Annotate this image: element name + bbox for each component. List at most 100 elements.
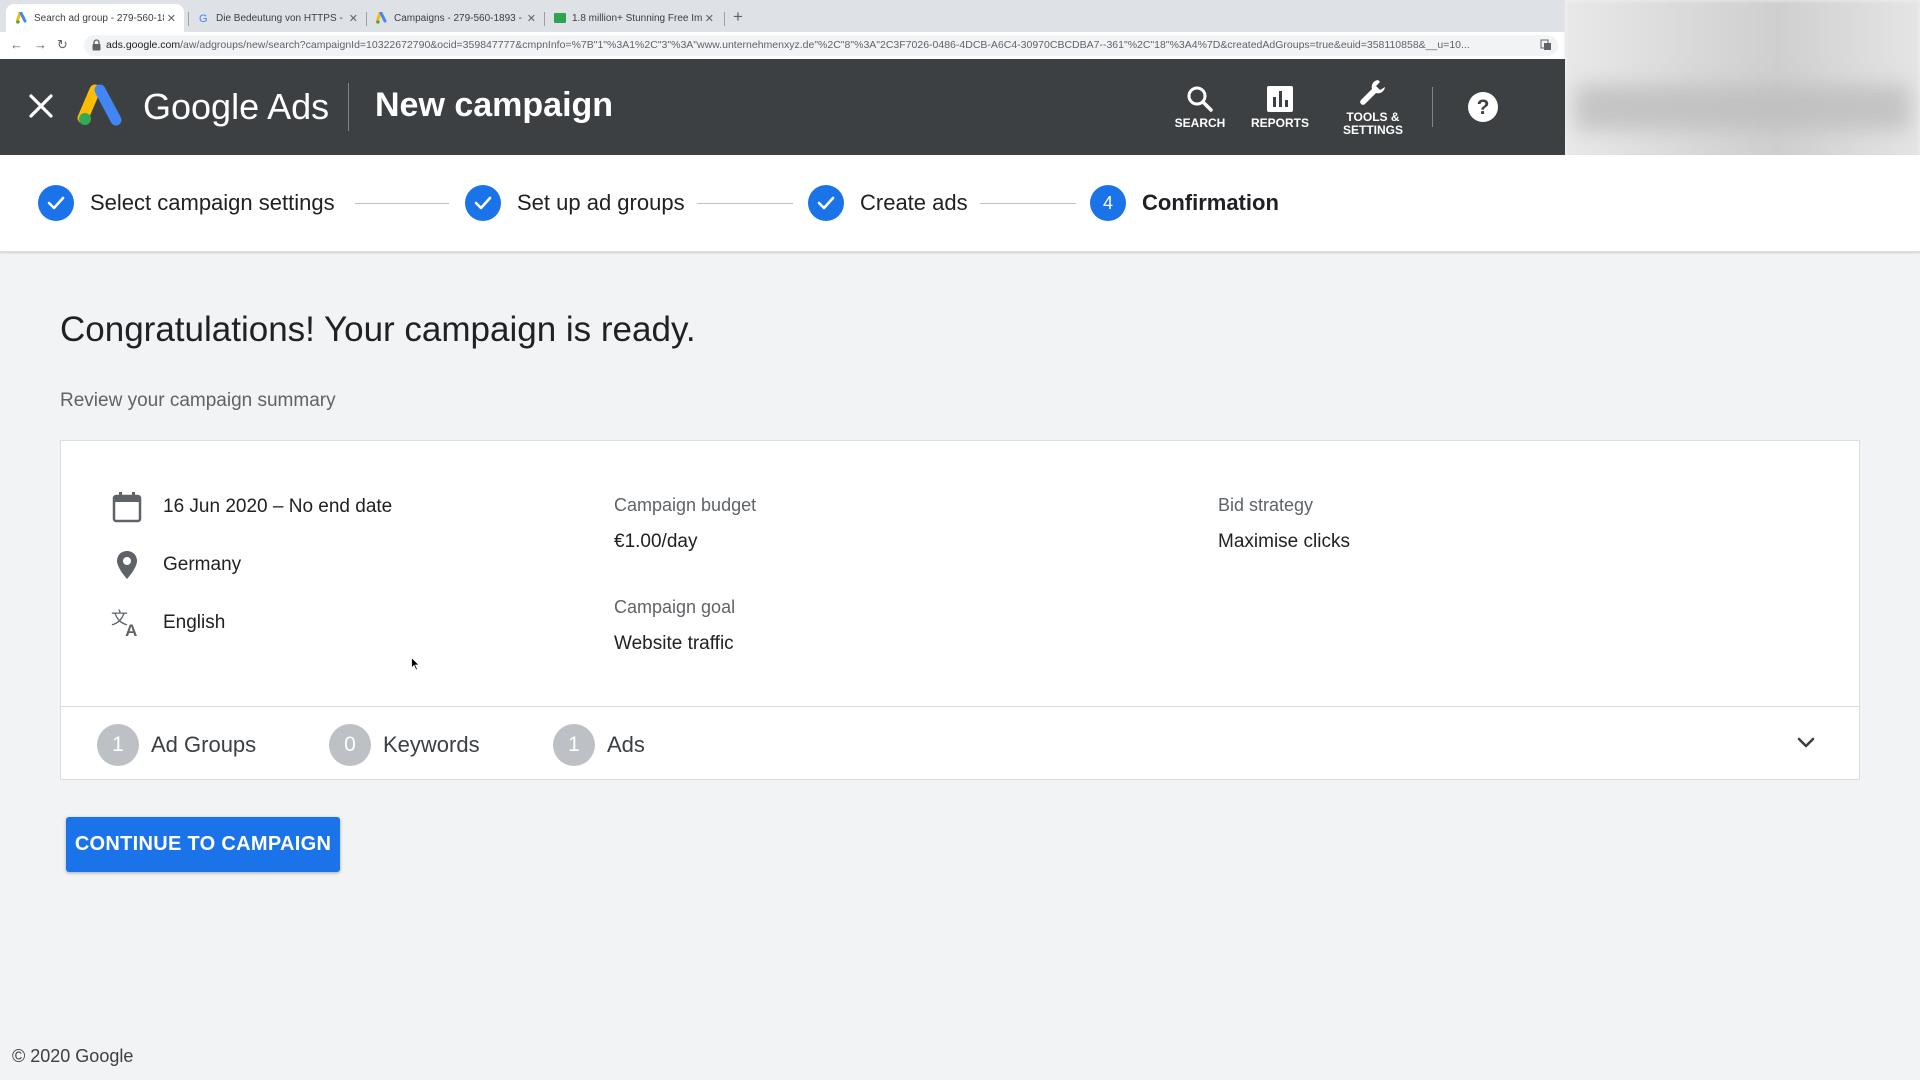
header-divider <box>348 83 349 131</box>
count-badge: 1 <box>553 724 595 766</box>
close-icon[interactable]: ✕ <box>705 12 714 25</box>
close-icon[interactable]: ✕ <box>349 12 358 25</box>
ad-groups-count: 1 Ad Groups <box>97 724 256 766</box>
goal-label: Campaign goal <box>614 597 736 617</box>
language-value: English <box>163 612 226 633</box>
wrench-icon <box>1360 80 1385 105</box>
new-tab-button[interactable]: + <box>733 7 743 27</box>
url-path: /aw/adgroups/new/search?campaignId=10322… <box>180 39 1470 51</box>
url-text: ads.google.com/aw/adgroups/new/search?ca… <box>106 39 1536 51</box>
ads-count: 1 Ads <box>553 724 645 766</box>
search-button[interactable]: SEARCH <box>1172 59 1228 155</box>
count-label: Ads <box>607 732 645 757</box>
step-connector <box>697 203 793 204</box>
browser-tab-strip: Search ad group - 279-560-1893 ✕ G Die B… <box>0 0 1565 32</box>
browser-tab-free-images[interactable]: 1.8 million+ Stunning Free Images ✕ <box>544 4 722 32</box>
congratulations-heading: Congratulations! Your campaign is ready. <box>60 310 696 349</box>
date-range: 16 Jun 2020 – No end date <box>163 496 393 517</box>
svg-text:?: ? <box>1477 96 1490 119</box>
address-bar[interactable]: ads.google.com/aw/adgroups/new/search?ca… <box>84 35 1558 56</box>
step-confirmation: 4 Confirmation <box>1090 185 1279 221</box>
reports-label: REPORTS <box>1250 115 1309 130</box>
close-icon[interactable]: ✕ <box>527 12 536 25</box>
check-icon <box>38 185 74 221</box>
translate-page-icon[interactable] <box>1540 39 1552 51</box>
browser-tab-https[interactable]: G Die Bedeutung von HTTPS - Google ✕ <box>188 4 366 32</box>
goal-value: Website traffic <box>614 633 734 654</box>
url-host: ads.google.com <box>106 39 181 51</box>
continue-to-campaign-button[interactable]: CONTINUE TO CAMPAIGN <box>66 817 340 872</box>
header-divider <box>1432 87 1433 127</box>
google-ads-favicon-icon <box>375 11 388 24</box>
reload-icon[interactable]: ↻ <box>57 37 68 53</box>
google-favicon-icon: G <box>198 12 210 25</box>
browser-tab-search-ad-group[interactable]: Search ad group - 279-560-1893 ✕ <box>6 4 184 32</box>
step-label: Confirmation <box>1142 190 1279 215</box>
step-label: Select campaign settings <box>90 190 335 215</box>
date-row: 16 Jun 2020 – No end date <box>111 491 392 523</box>
review-subheading: Review your campaign summary <box>60 390 336 411</box>
tab-title: Search ad group - 279-560-1893 <box>34 12 164 24</box>
budget-value: €1.00/day <box>614 531 698 552</box>
step-select-campaign-settings[interactable]: Select campaign settings <box>38 185 335 221</box>
budget-label: Campaign budget <box>614 495 757 515</box>
count-label: Keywords <box>383 732 480 757</box>
tab-divider <box>724 12 725 26</box>
reports-bar-chart-icon <box>1267 85 1293 112</box>
count-badge: 1 <box>97 724 139 766</box>
campaign-stepper: Select campaign settings Set up ad group… <box>0 155 1920 252</box>
browser-tab-campaigns[interactable]: Campaigns - 279-560-1893 - ✕ <box>366 4 544 32</box>
tools-label-line2: SETTINGS <box>1342 123 1403 137</box>
reports-button[interactable]: REPORTS <box>1250 59 1310 155</box>
google-ads-logo-icon <box>77 84 122 126</box>
svg-text:A: A <box>125 621 137 639</box>
footer-copyright: © 2020 Google <box>12 1046 134 1066</box>
search-label: SEARCH <box>1174 115 1226 130</box>
browser-toolbar: ← → ↻ ads.google.com/aw/adgroups/new/sea… <box>0 32 1565 60</box>
translate-icon: 文A <box>111 607 143 639</box>
count-label: Ad Groups <box>151 732 257 757</box>
svg-text:G: G <box>199 13 208 24</box>
calendar-icon <box>111 491 143 523</box>
forward-arrow-icon[interactable]: → <box>34 37 47 52</box>
step-label: Set up ad groups <box>517 190 685 215</box>
bid-strategy-label: Bid strategy <box>1218 495 1314 515</box>
tools-label: TOOLS & SETTINGS <box>1343 111 1403 137</box>
lock-icon <box>92 39 101 51</box>
campaign-summary-card: 16 Jun 2020 – No end date Germany 文A Eng… <box>60 440 1860 780</box>
tab-title: 1.8 million+ Stunning Free Images <box>572 12 702 24</box>
brand-name: Google Ads <box>143 86 330 127</box>
summary-details: 16 Jun 2020 – No end date Germany 文A Eng… <box>61 441 1859 707</box>
summary-counts-bar[interactable]: 1 Ad Groups 0 Keywords 1 Ads <box>61 706 1859 779</box>
keywords-count: 0 Keywords <box>329 724 480 766</box>
app-header: Google Ads New campaign SEARCH REPORTS T… <box>0 59 1565 155</box>
chevron-down-icon[interactable] <box>1795 732 1817 754</box>
search-icon <box>1187 86 1213 112</box>
mouse-cursor-icon <box>411 657 420 671</box>
step-connector <box>355 203 449 204</box>
image-site-favicon-icon <box>554 12 566 24</box>
count-badge: 0 <box>329 724 371 766</box>
location-pin-icon <box>111 549 143 581</box>
help-icon[interactable]: ? <box>1467 91 1499 123</box>
close-icon[interactable] <box>28 93 54 119</box>
tools-settings-button[interactable]: TOOLS & SETTINGS <box>1338 59 1408 155</box>
step-set-up-ad-groups[interactable]: Set up ad groups <box>465 185 685 221</box>
back-arrow-icon[interactable]: ← <box>10 37 23 52</box>
location-value: Germany <box>163 554 242 575</box>
bid-strategy-value: Maximise clicks <box>1218 531 1350 552</box>
location-row: Germany <box>111 549 241 581</box>
language-row: 文A English <box>111 607 225 639</box>
step-label: Create ads <box>860 190 968 215</box>
step-number: 4 <box>1090 185 1126 221</box>
step-create-ads[interactable]: Create ads <box>808 185 968 221</box>
check-icon <box>465 185 501 221</box>
tab-title: Die Bedeutung von HTTPS - Google <box>216 12 346 24</box>
close-icon[interactable]: ✕ <box>167 12 176 25</box>
tools-label-line1: TOOLS & <box>1346 110 1400 124</box>
google-ads-favicon-icon <box>15 11 28 24</box>
check-icon <box>808 185 844 221</box>
tab-title: Campaigns - 279-560-1893 - <box>394 12 522 24</box>
blurred-overlay-band <box>1575 85 1910 130</box>
step-connector <box>980 203 1076 204</box>
